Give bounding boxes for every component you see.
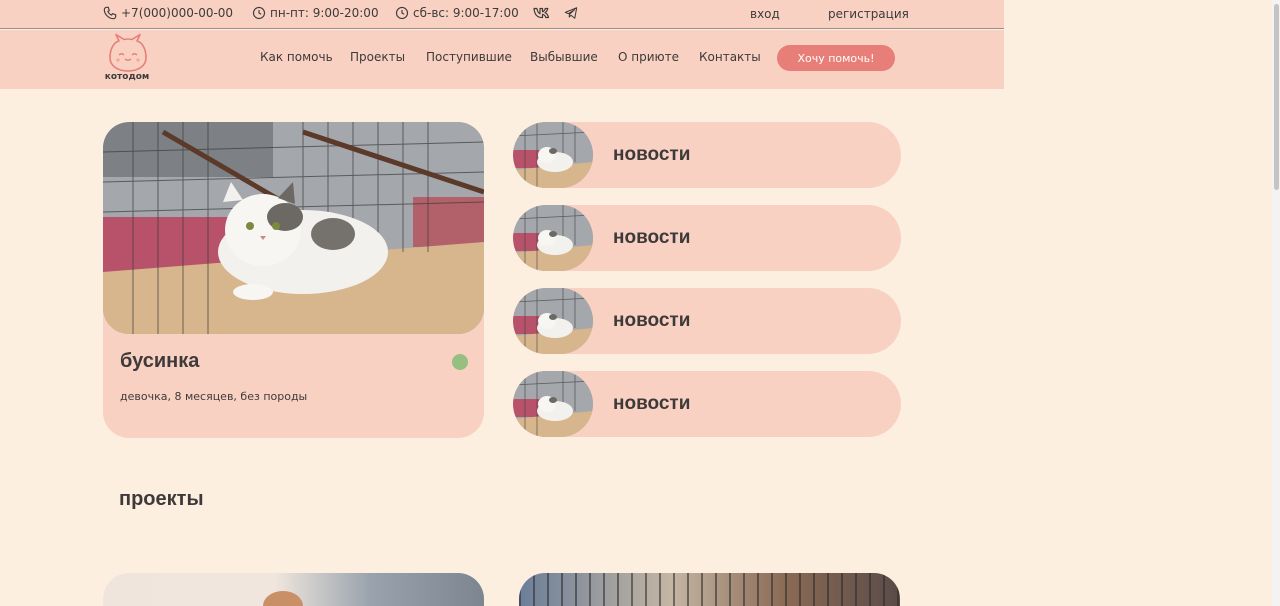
project-photo: [263, 591, 303, 606]
featured-cat-card[interactable]: бусинка девочка, 8 месяцев, без породы: [103, 122, 484, 438]
phone-contact[interactable]: +7(000)000-00-00: [103, 6, 233, 20]
vk-icon: [533, 7, 550, 19]
top-info-bar: +7(000)000-00-00 пн-пт: 9:00-20:00 сб-вс…: [0, 0, 1004, 29]
news-card[interactable]: новости: [513, 122, 901, 188]
vk-link[interactable]: [533, 7, 551, 19]
news-title: новости: [613, 144, 691, 165]
availability-status-dot: [452, 354, 468, 370]
projects-heading: проекты: [119, 488, 204, 510]
hours-weekdays-text: пн-пт: 9:00-20:00: [270, 6, 379, 20]
nav-how-to-help[interactable]: Как помочь: [260, 50, 333, 64]
page-margin: [1004, 0, 1272, 606]
news-title: новости: [613, 227, 691, 248]
news-card[interactable]: новости: [513, 205, 901, 271]
news-thumbnail: [513, 288, 593, 354]
main-navigation: котодом Как помочь Проекты Поступившие В…: [0, 30, 1004, 89]
news-thumbnail: [513, 205, 593, 271]
project-card[interactable]: [103, 573, 484, 606]
hours-weekend: сб-вс: 9:00-17:00: [395, 6, 519, 20]
phone-icon: [103, 6, 117, 20]
nav-adopted[interactable]: Выбывшие: [530, 50, 598, 64]
project-photo: [519, 573, 900, 606]
telegram-link[interactable]: [563, 6, 579, 20]
news-card[interactable]: новости: [513, 371, 901, 437]
login-link[interactable]: вход: [750, 7, 780, 21]
news-thumbnail: [513, 371, 593, 437]
news-card[interactable]: новости: [513, 288, 901, 354]
clock-icon: [252, 6, 266, 20]
cat-description: девочка, 8 месяцев, без породы: [120, 390, 308, 403]
nav-about-shelter[interactable]: О приюте: [618, 50, 679, 64]
logo[interactable]: котодом: [103, 33, 153, 85]
clock-icon: [395, 6, 409, 20]
register-link[interactable]: регистрация: [828, 7, 909, 21]
logo-text: котодом: [104, 72, 150, 82]
nav-contacts[interactable]: Контакты: [699, 50, 761, 64]
cat-name: бусинка: [120, 350, 200, 372]
project-card[interactable]: [519, 573, 900, 606]
cat-photo: [103, 122, 484, 334]
want-to-help-button[interactable]: Хочу помочь!: [777, 45, 895, 71]
nav-arrived[interactable]: Поступившие: [426, 50, 512, 64]
news-title: новости: [613, 310, 691, 331]
cat-photo-illustration: [103, 122, 484, 334]
phone-number: +7(000)000-00-00: [121, 6, 234, 20]
hours-weekend-text: сб-вс: 9:00-17:00: [413, 6, 519, 20]
news-thumbnail: [513, 122, 593, 188]
scrollbar-thumb[interactable]: [1274, 4, 1279, 190]
cat-logo-icon: [109, 33, 147, 72]
news-title: новости: [613, 393, 691, 414]
nav-projects[interactable]: Проекты: [350, 50, 405, 64]
telegram-icon: [564, 7, 578, 19]
hours-weekdays: пн-пт: 9:00-20:00: [252, 6, 379, 20]
